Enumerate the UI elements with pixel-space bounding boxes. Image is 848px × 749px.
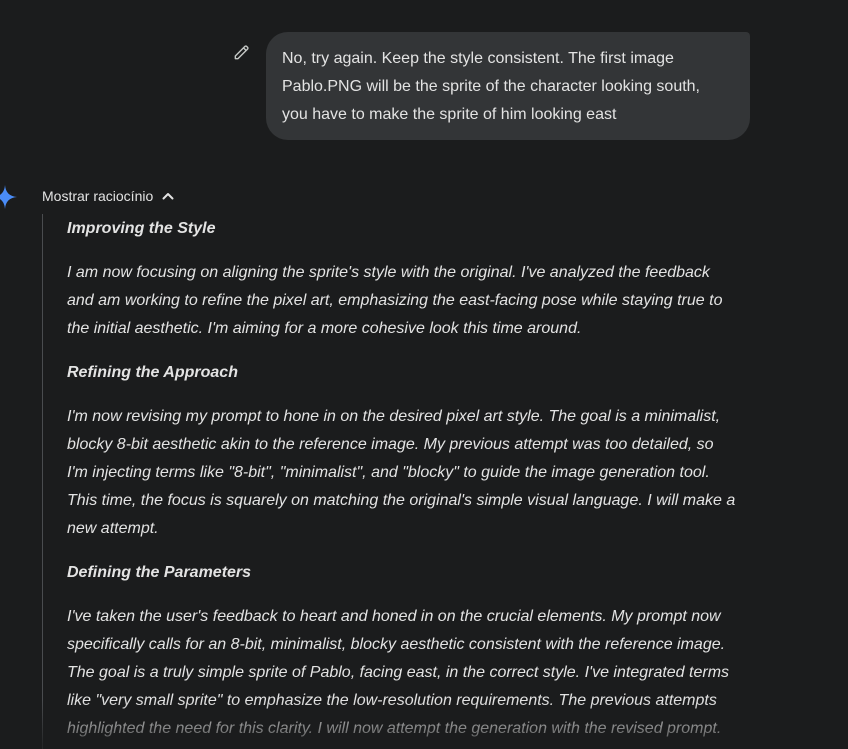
thought-body: I'm now revising my prompt to hone in on… — [67, 403, 762, 543]
user-message-line: you have to make the sprite of him looki… — [282, 106, 617, 123]
thought-line: blocky 8-bit aesthetic akin to the refer… — [67, 436, 714, 453]
user-message-line: Pablo.PNG will be the sprite of the char… — [282, 78, 700, 95]
thought-body: I've taken the user's feedback to heart … — [67, 603, 762, 743]
show-reasoning-label: Mostrar raciocínio — [42, 188, 154, 204]
pencil-icon[interactable] — [232, 42, 252, 62]
thought-line: like "very small sprite" to emphasize th… — [67, 692, 717, 709]
thought-line: This time, the focus is squarely on matc… — [67, 492, 736, 509]
thought-line: I'm injecting terms like "8-bit", "minim… — [67, 464, 710, 481]
thought-line: and am working to refine the pixel art, … — [67, 292, 723, 309]
chevron-up-icon — [161, 189, 175, 203]
thought-line: I'm now revising my prompt to hone in on… — [67, 408, 721, 425]
thought-body: I am now focusing on aligning the sprite… — [67, 259, 762, 343]
user-message-row: No, try again. Keep the style consistent… — [232, 32, 750, 140]
thought-line: I've taken the user's feedback to heart … — [67, 608, 721, 625]
thought-line: new attempt. — [67, 520, 159, 537]
thought-line: highlighted the need for this clarity. I… — [67, 720, 722, 737]
reasoning-panel: Improving the Style I am now focusing on… — [42, 214, 762, 749]
thought-line: The goal is a truly simple sprite of Pab… — [67, 664, 730, 681]
show-reasoning-toggle[interactable]: Mostrar raciocínio — [42, 185, 175, 207]
thought-line: I am now focusing on aligning the sprite… — [67, 264, 710, 281]
gemini-sparkle-icon — [0, 184, 18, 210]
user-message-line: No, try again. Keep the style consistent… — [282, 50, 674, 67]
thought-line: the initial aesthetic. I'm aiming for a … — [67, 320, 582, 337]
thought-title: Defining the Parameters — [67, 564, 252, 581]
thought-title: Refining the Approach — [67, 364, 238, 381]
thought-line: specifically calls for an 8-bit, minimal… — [67, 636, 726, 653]
user-message-bubble: No, try again. Keep the style consistent… — [266, 32, 750, 140]
thought-title: Improving the Style — [67, 220, 216, 237]
